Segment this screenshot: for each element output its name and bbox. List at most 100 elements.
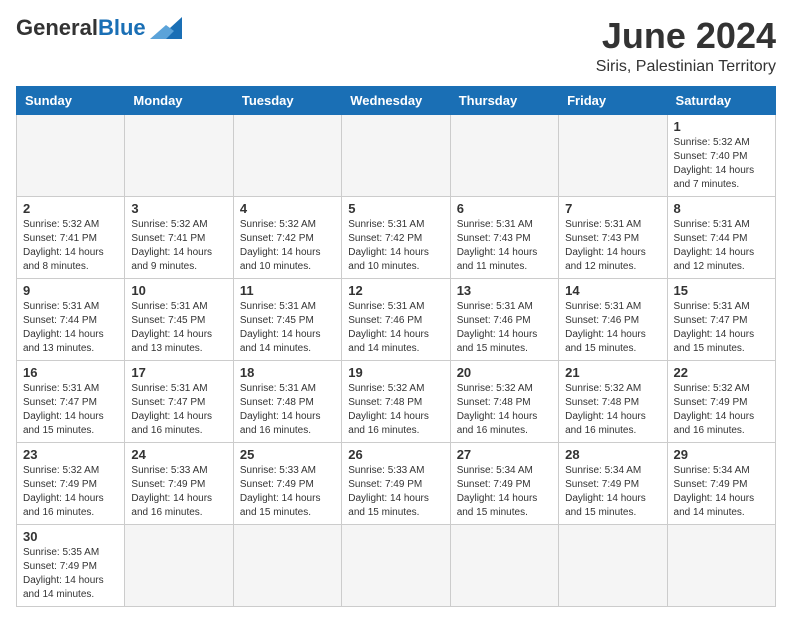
day-number: 18: [240, 365, 335, 380]
logo-blue: Blue: [98, 15, 146, 40]
day-info: Sunrise: 5:32 AMSunset: 7:41 PMDaylight:…: [23, 218, 118, 274]
day-number: 7: [565, 201, 660, 216]
day-info: Sunrise: 5:31 AMSunset: 7:45 PMDaylight:…: [240, 300, 335, 356]
calendar-day-cell: 13Sunrise: 5:31 AMSunset: 7:46 PMDayligh…: [450, 278, 558, 360]
calendar-table: SundayMondayTuesdayWednesdayThursdayFrid…: [16, 86, 776, 607]
day-info: Sunrise: 5:32 AMSunset: 7:40 PMDaylight:…: [674, 136, 769, 192]
calendar-day-cell: 23 Sunrise: 5:32 AMSunset: 7:49 PMDayligh…: [17, 442, 125, 524]
calendar-day-cell: 20 Sunrise: 5:32 AMSunset: 7:48 PMDayligh…: [450, 360, 558, 442]
day-number: 26: [348, 447, 443, 462]
calendar-day-cell: [125, 114, 233, 196]
day-info: Sunrise: 5:33 AMSunset: 7:49 PMDaylight:…: [240, 464, 335, 520]
calendar-week-row: 1 Sunrise: 5:32 AMSunset: 7:40 PMDaylight…: [17, 114, 776, 196]
day-number: 9: [23, 283, 118, 298]
day-info: Sunrise: 5:32 AMSunset: 7:49 PMDaylight:…: [23, 464, 118, 520]
calendar-day-cell: [17, 114, 125, 196]
day-number: 1: [674, 119, 769, 134]
day-number: 20: [457, 365, 552, 380]
day-info: Sunrise: 5:31 AMSunset: 7:43 PMDaylight:…: [457, 218, 552, 274]
calendar-week-row: 30 Sunrise: 5:35 AMSunset: 7:49 PMDayligh…: [17, 524, 776, 606]
day-info: Sunrise: 5:32 AMSunset: 7:49 PMDaylight:…: [674, 382, 769, 438]
calendar-day-cell: 28 Sunrise: 5:34 AMSunset: 7:49 PMDayligh…: [559, 442, 667, 524]
weekday-header-friday: Friday: [559, 86, 667, 114]
day-number: 19: [348, 365, 443, 380]
calendar-day-cell: 9 Sunrise: 5:31 AMSunset: 7:44 PMDaylight…: [17, 278, 125, 360]
day-number: 4: [240, 201, 335, 216]
calendar-day-cell: [233, 524, 341, 606]
day-number: 5: [348, 201, 443, 216]
calendar-day-cell: 18 Sunrise: 5:31 AMSunset: 7:48 PMDayligh…: [233, 360, 341, 442]
location-subtitle: Siris, Palestinian Territory: [596, 58, 776, 76]
day-info: Sunrise: 5:31 AMSunset: 7:48 PMDaylight:…: [240, 382, 335, 438]
logo-area: GeneralBlue: [16, 16, 182, 40]
day-number: 12: [348, 283, 443, 298]
calendar-day-cell: 22 Sunrise: 5:32 AMSunset: 7:49 PMDayligh…: [667, 360, 775, 442]
day-info: Sunrise: 5:31 AMSunset: 7:47 PMDaylight:…: [131, 382, 226, 438]
day-number: 13: [457, 283, 552, 298]
month-title: June 2024: [596, 16, 776, 56]
day-info: Sunrise: 5:34 AMSunset: 7:49 PMDaylight:…: [457, 464, 552, 520]
calendar-day-cell: [667, 524, 775, 606]
day-number: 28: [565, 447, 660, 462]
day-info: Sunrise: 5:31 AMSunset: 7:43 PMDaylight:…: [565, 218, 660, 274]
calendar-day-cell: 6 Sunrise: 5:31 AMSunset: 7:43 PMDaylight…: [450, 196, 558, 278]
calendar-day-cell: 25 Sunrise: 5:33 AMSunset: 7:49 PMDayligh…: [233, 442, 341, 524]
calendar-week-row: 9 Sunrise: 5:31 AMSunset: 7:44 PMDaylight…: [17, 278, 776, 360]
logo-text: GeneralBlue: [16, 16, 146, 40]
calendar-day-cell: 7 Sunrise: 5:31 AMSunset: 7:43 PMDaylight…: [559, 196, 667, 278]
logo-general: General: [16, 15, 98, 40]
day-info: Sunrise: 5:34 AMSunset: 7:49 PMDaylight:…: [674, 464, 769, 520]
day-number: 14: [565, 283, 660, 298]
day-info: Sunrise: 5:31 AMSunset: 7:47 PMDaylight:…: [23, 382, 118, 438]
day-number: 11: [240, 283, 335, 298]
day-info: Sunrise: 5:32 AMSunset: 7:48 PMDaylight:…: [565, 382, 660, 438]
day-number: 22: [674, 365, 769, 380]
day-info: Sunrise: 5:34 AMSunset: 7:49 PMDaylight:…: [565, 464, 660, 520]
day-number: 6: [457, 201, 552, 216]
day-number: 23: [23, 447, 118, 462]
day-info: Sunrise: 5:32 AMSunset: 7:48 PMDaylight:…: [457, 382, 552, 438]
day-number: 27: [457, 447, 552, 462]
weekday-header-saturday: Saturday: [667, 86, 775, 114]
day-info: Sunrise: 5:31 AMSunset: 7:46 PMDaylight:…: [348, 300, 443, 356]
day-number: 3: [131, 201, 226, 216]
calendar-day-cell: 3Sunrise: 5:32 AMSunset: 7:41 PMDaylight…: [125, 196, 233, 278]
weekday-header-monday: Monday: [125, 86, 233, 114]
day-number: 29: [674, 447, 769, 462]
day-number: 25: [240, 447, 335, 462]
day-number: 10: [131, 283, 226, 298]
day-info: Sunrise: 5:31 AMSunset: 7:47 PMDaylight:…: [674, 300, 769, 356]
calendar-day-cell: [559, 114, 667, 196]
calendar-header: SundayMondayTuesdayWednesdayThursdayFrid…: [17, 86, 776, 114]
calendar-day-cell: 1 Sunrise: 5:32 AMSunset: 7:40 PMDaylight…: [667, 114, 775, 196]
calendar-day-cell: 2 Sunrise: 5:32 AMSunset: 7:41 PMDaylight…: [17, 196, 125, 278]
calendar-day-cell: 21 Sunrise: 5:32 AMSunset: 7:48 PMDayligh…: [559, 360, 667, 442]
logo-icon: [150, 17, 182, 39]
day-info: Sunrise: 5:32 AMSunset: 7:48 PMDaylight:…: [348, 382, 443, 438]
day-number: 2: [23, 201, 118, 216]
weekday-header-wednesday: Wednesday: [342, 86, 450, 114]
weekday-header-thursday: Thursday: [450, 86, 558, 114]
weekday-row: SundayMondayTuesdayWednesdayThursdayFrid…: [17, 86, 776, 114]
calendar-day-cell: 29 Sunrise: 5:34 AMSunset: 7:49 PMDayligh…: [667, 442, 775, 524]
day-info: Sunrise: 5:33 AMSunset: 7:49 PMDaylight:…: [131, 464, 226, 520]
calendar-day-cell: 26 Sunrise: 5:33 AMSunset: 7:49 PMDayligh…: [342, 442, 450, 524]
calendar-day-cell: 27 Sunrise: 5:34 AMSunset: 7:49 PMDayligh…: [450, 442, 558, 524]
day-info: Sunrise: 5:31 AMSunset: 7:44 PMDaylight:…: [674, 218, 769, 274]
day-info: Sunrise: 5:33 AMSunset: 7:49 PMDaylight:…: [348, 464, 443, 520]
day-info: Sunrise: 5:31 AMSunset: 7:42 PMDaylight:…: [348, 218, 443, 274]
day-info: Sunrise: 5:31 AMSunset: 7:44 PMDaylight:…: [23, 300, 118, 356]
day-number: 17: [131, 365, 226, 380]
day-number: 30: [23, 529, 118, 544]
calendar-day-cell: 16 Sunrise: 5:31 AMSunset: 7:47 PMDayligh…: [17, 360, 125, 442]
day-info: Sunrise: 5:35 AMSunset: 7:49 PMDaylight:…: [23, 546, 118, 602]
day-number: 21: [565, 365, 660, 380]
calendar-day-cell: 30 Sunrise: 5:35 AMSunset: 7:49 PMDayligh…: [17, 524, 125, 606]
calendar-week-row: 16 Sunrise: 5:31 AMSunset: 7:47 PMDayligh…: [17, 360, 776, 442]
calendar-day-cell: [450, 114, 558, 196]
day-number: 24: [131, 447, 226, 462]
calendar-day-cell: [559, 524, 667, 606]
calendar-day-cell: 11 Sunrise: 5:31 AMSunset: 7:45 PMDayligh…: [233, 278, 341, 360]
day-number: 16: [23, 365, 118, 380]
title-area: June 2024 Siris, Palestinian Territory: [596, 16, 776, 76]
